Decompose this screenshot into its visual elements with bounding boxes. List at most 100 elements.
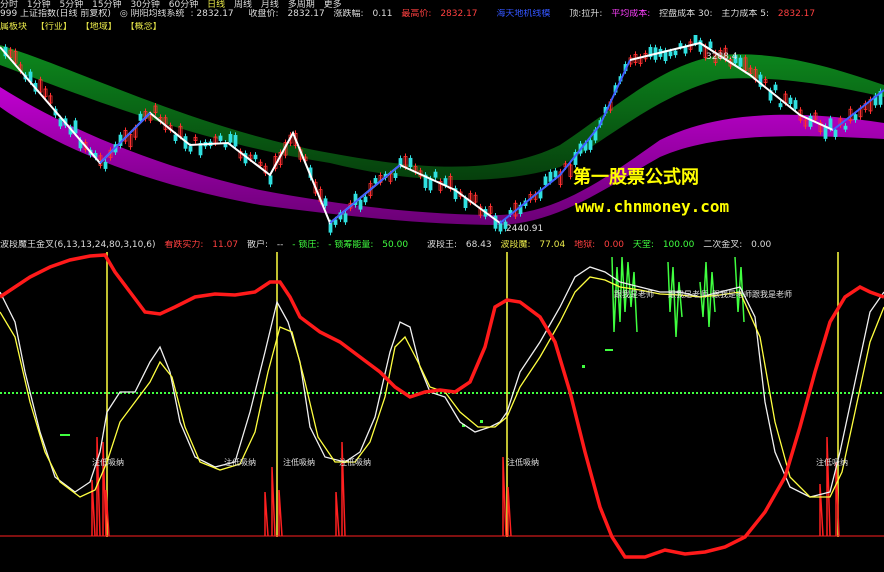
main-label: 主力成本 5:	[721, 9, 770, 19]
ground-value: 0.00	[603, 240, 625, 250]
sector-region[interactable]: 【地域】	[81, 22, 117, 32]
candle-body	[268, 175, 273, 185]
red-spikes	[91, 436, 840, 537]
candle-body	[588, 140, 593, 150]
candle-body	[788, 97, 793, 105]
candle-body	[103, 161, 108, 169]
candle-body	[553, 170, 558, 178]
candle-body	[393, 173, 398, 178]
absorb-label-6: 注低吸纳	[816, 457, 848, 467]
teacher-label-2: 跟我是老师	[668, 289, 708, 299]
zhuang-value: - 锁筹能量:	[328, 240, 374, 250]
candle-body	[543, 176, 548, 186]
candle-body	[778, 103, 783, 108]
candle-body	[173, 134, 178, 141]
candle-body	[233, 135, 238, 147]
candle-body	[833, 129, 838, 137]
candle-body	[548, 171, 553, 182]
absorb-label-3: 注低吸纳	[283, 457, 315, 467]
white-k-line	[0, 266, 884, 498]
candle-body	[773, 84, 778, 91]
candle-body	[678, 43, 683, 47]
indicator-value: : 2832.17	[190, 9, 234, 19]
candle-body	[343, 213, 348, 223]
candle-body	[498, 223, 503, 232]
status-bar: 999 上证指数(日线 前复权) ◎ 阴阳均线系统: 2832.17 收盘价: …	[0, 9, 884, 19]
candle-body	[253, 154, 258, 160]
candle-body	[463, 198, 468, 209]
close-label: 收盘价:	[248, 9, 279, 19]
indicator-name: ◎ 阴阳均线系统 : 2832.17	[120, 9, 240, 19]
candle-body	[668, 51, 673, 57]
end-value: 2832.17	[777, 9, 816, 19]
high-value: 2832.17	[440, 9, 478, 19]
buy-label: 看跌实力:	[164, 240, 204, 250]
change-value: 0.11	[372, 9, 393, 19]
change-label: 涨跌幅:	[333, 9, 364, 19]
candle-body	[828, 118, 833, 129]
close-value: 2832.17	[287, 9, 325, 19]
absorb-label-4: 注低吸纳	[339, 457, 371, 467]
candle-body	[218, 135, 223, 142]
teacher-label-1: 跟我是老师	[614, 289, 654, 299]
candle-body	[433, 171, 438, 178]
mid-tag: 海天地机线模	[496, 9, 551, 19]
peak-price-label: 3288.4	[706, 52, 738, 62]
candle-body	[73, 120, 78, 134]
indicator-header: 波段魔王金叉(6,13,13,24,80,3,10,6) 看跌实力: 11.07…	[0, 240, 884, 252]
candle-body	[138, 113, 143, 121]
candle-body	[323, 198, 328, 206]
candle-body	[408, 157, 413, 168]
high-label: 最高价:	[401, 9, 432, 19]
indicator-name-text: ◎ 阴阳均线系统	[119, 9, 185, 19]
indicator-chart[interactable]: 注低吸纳 注低吸纳 注低吸纳 注低吸纳 注低吸纳 注低吸纳 跟我是老师 跟我是老…	[0, 252, 884, 572]
candle-body	[853, 114, 858, 121]
absorb-label-1: 注低吸纳	[92, 457, 124, 467]
candle-body	[693, 35, 698, 44]
sector-concept[interactable]: 【概念】	[126, 22, 162, 32]
zhuang-label: - 锁庄:	[292, 240, 320, 250]
absorb-label-5: 注低吸纳	[507, 457, 539, 467]
candle-body	[428, 178, 433, 191]
candle-body	[363, 196, 368, 203]
price-chart[interactable]: 3288.4 2440.91	[0, 35, 884, 240]
sector-industry[interactable]: 【行业】	[36, 22, 72, 32]
retail-label: 散户:	[246, 240, 268, 250]
wave-demon-label: 波段魔:	[500, 240, 531, 250]
candle-body	[708, 41, 713, 49]
teacher-label-4: 跟我是老师	[752, 289, 792, 299]
cross-value: 0.00	[751, 240, 772, 250]
energy-value: 50.00	[382, 240, 409, 250]
cost-label: 平均成本:	[611, 9, 651, 19]
candle-body	[673, 50, 678, 56]
security-name: 999 上证指数(日线 前复权)	[0, 9, 111, 19]
candle-body	[843, 125, 848, 130]
candle-body	[188, 146, 193, 152]
wave-king-label: 波段王:	[426, 240, 457, 250]
wave-demon-value: 77.04	[539, 240, 566, 250]
candle-body	[793, 100, 798, 109]
candle-body	[358, 199, 363, 210]
candle-body	[738, 57, 743, 67]
watermark-title: 第一股票公式网	[573, 167, 699, 188]
candle-body	[683, 46, 688, 54]
hold-label: 控盘成本 30:	[659, 9, 713, 19]
low-price-label: 2440.91	[506, 224, 543, 234]
sky-value: 100.00	[662, 240, 695, 250]
signal-label: 顶:拉升:	[569, 9, 603, 19]
candle-body	[373, 178, 378, 184]
watermark-url: www.chnmoney.com	[575, 197, 730, 216]
buy-value: 11.07	[212, 240, 239, 250]
retail-value: --	[276, 240, 284, 250]
sector-label: 属板块	[0, 22, 28, 32]
sector-bar: 属板块 【行业】 【地域】 【概念】	[0, 22, 884, 34]
ground-label: 地狱:	[574, 240, 596, 250]
sky-label: 天堂:	[632, 240, 654, 250]
candle-body	[823, 126, 828, 139]
candle-body	[808, 115, 813, 127]
indicator-title[interactable]: 波段魔王金叉(6,13,13,24,80,3,10,6)	[0, 240, 156, 250]
absorb-label-2: 注低吸纳	[224, 457, 256, 467]
wave-king-value: 68.43	[465, 240, 492, 250]
candle-body	[228, 133, 233, 143]
cross-label: 二次金叉:	[703, 240, 743, 250]
